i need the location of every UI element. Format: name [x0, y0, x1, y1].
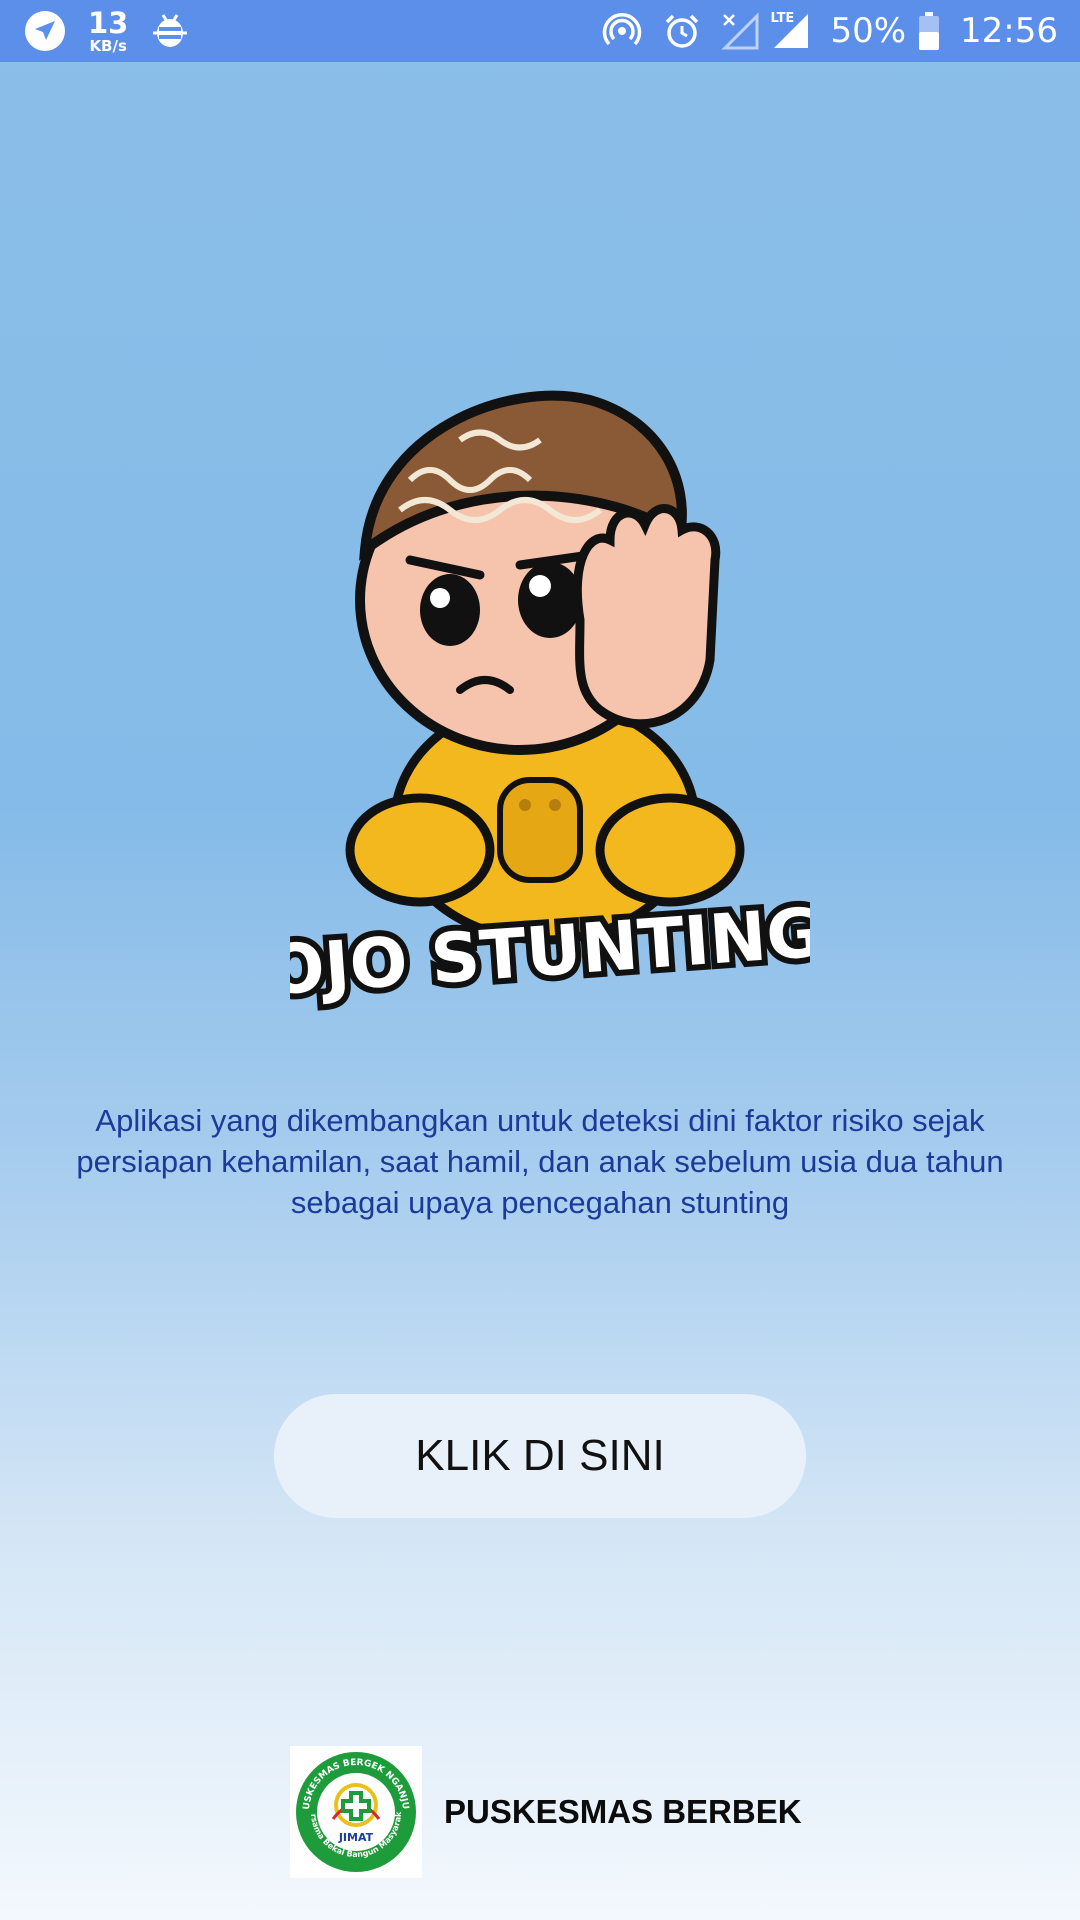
battery-icon	[918, 11, 940, 51]
logo-center-text: JIMAT	[338, 1831, 374, 1844]
network-speed-value: 13	[88, 5, 129, 40]
ojo-stunting-logo: OJO STUNTING	[258, 360, 831, 1020]
status-bar-right: LTE 50% 12:56	[602, 0, 1058, 62]
status-bar-left: 13 KB/s	[24, 0, 190, 62]
status-bar: 13 KB/s LTE 50% 12:56	[0, 0, 1080, 62]
status-time: 12:56	[960, 11, 1058, 51]
network-speed-unit: KB/s	[89, 36, 127, 55]
mascot-hand	[572, 504, 721, 729]
puskesmas-name: PUSKESMAS BERBEK	[444, 1793, 802, 1830]
klik-di-sini-button[interactable]: KLIK DI SINI	[274, 1394, 806, 1518]
alarm-icon	[662, 11, 702, 51]
battery-percent: 50%	[830, 11, 907, 51]
hotspot-icon	[602, 11, 642, 51]
footer: PUSKESMAS BERGEK NGANJUK Bersama Bekal B…	[290, 1746, 802, 1878]
puskesmas-logo: PUSKESMAS BERGEK NGANJUK Bersama Bekal B…	[290, 1746, 422, 1878]
navigation-icon	[24, 10, 66, 52]
bug-icon	[150, 11, 190, 51]
network-speed: 13 KB/s	[88, 5, 129, 55]
lte-signal-icon: LTE	[768, 11, 812, 51]
app-description: Aplikasi yang dikembangkan untuk deteksi…	[76, 1103, 1004, 1220]
lte-label: LTE	[770, 11, 795, 26]
no-signal-icon	[720, 11, 760, 51]
